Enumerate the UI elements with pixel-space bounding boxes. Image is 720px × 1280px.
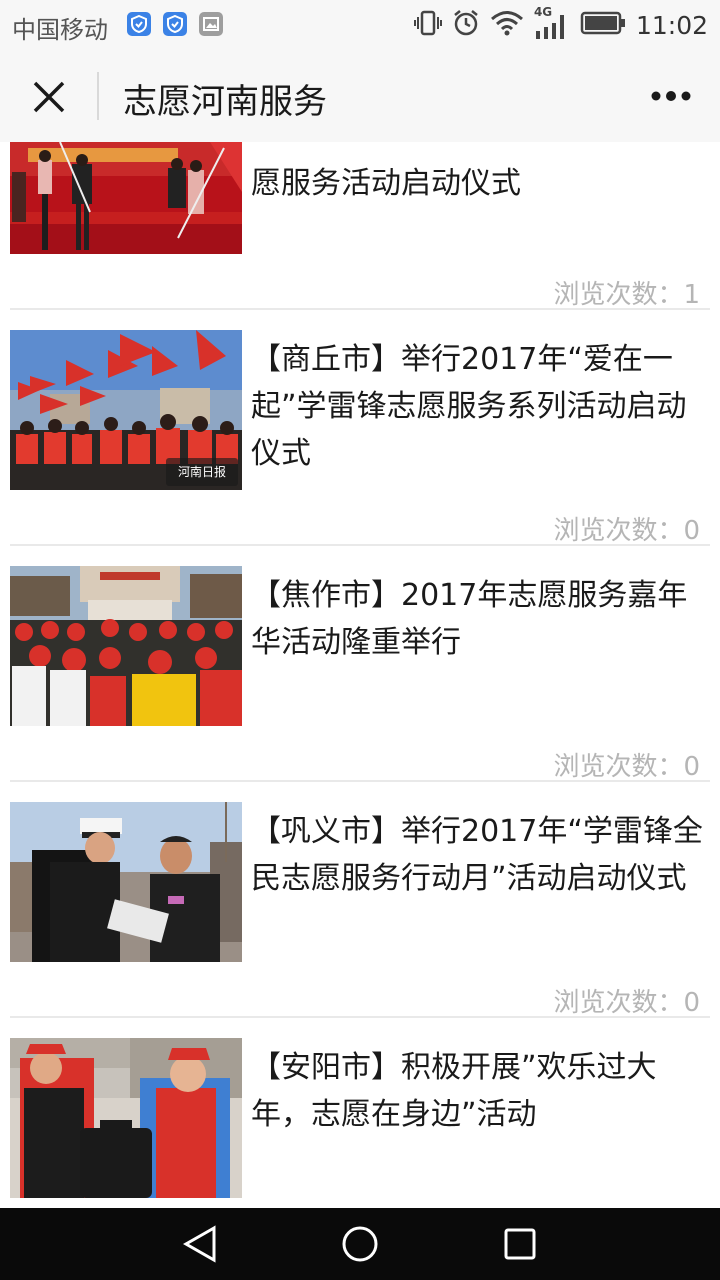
cellular-signal-icon: 4G bbox=[534, 5, 570, 41]
recents-button[interactable] bbox=[498, 1222, 542, 1266]
home-circle-icon bbox=[342, 1226, 378, 1262]
list-item[interactable]: 【巩义市】举行2017年“学雷锋全民志愿服务行动月”活动启动仪式 浏览次数：0 bbox=[0, 782, 720, 1018]
list-item[interactable]: 愿服务活动启动仪式 浏览次数：1 bbox=[0, 142, 720, 310]
alarm-icon bbox=[452, 9, 480, 41]
image-icon bbox=[199, 12, 223, 36]
article-thumbnail bbox=[10, 566, 242, 726]
status-bar: 中国移动 4G 11:02 bbox=[0, 0, 720, 50]
more-button[interactable] bbox=[644, 74, 698, 118]
close-button[interactable] bbox=[24, 72, 74, 122]
article-thumbnail: 河南日报 bbox=[10, 330, 242, 490]
vibrate-icon bbox=[413, 10, 442, 40]
article-thumbnail bbox=[10, 1038, 242, 1198]
title-bar: 志愿河南服务 bbox=[0, 50, 720, 142]
clock-time: 11:02 bbox=[635, 10, 708, 40]
shield-icon bbox=[163, 12, 187, 36]
list-item[interactable]: 【焦作市】2017年志愿服务嘉年华活动隆重举行 浏览次数：0 bbox=[0, 546, 720, 782]
title-divider bbox=[97, 72, 99, 120]
carrier-name: 中国移动 bbox=[12, 16, 108, 44]
view-count: 浏览次数：0 bbox=[553, 516, 700, 546]
back-button[interactable] bbox=[178, 1222, 222, 1266]
article-thumbnail bbox=[10, 142, 242, 254]
navigation-bar bbox=[0, 1208, 720, 1280]
article-title: 愿服务活动启动仪式 bbox=[251, 166, 521, 201]
battery-icon bbox=[580, 11, 626, 39]
wifi-icon bbox=[490, 10, 524, 40]
view-count: 浏览次数：0 bbox=[553, 752, 700, 782]
page-title: 志愿河南服务 bbox=[123, 82, 327, 122]
article-title: 【商丘市】举行2017年“爱在一起”学雷锋志愿服务系列活动启动仪式 bbox=[251, 342, 687, 471]
view-count: 浏览次数：1 bbox=[553, 280, 700, 310]
list-item[interactable]: 【安阳市】积极开展”欢乐过大年，志愿在身边”活动 bbox=[0, 1018, 720, 1208]
article-title: 【安阳市】积极开展”欢乐过大年，志愿在身边”活动 bbox=[251, 1050, 657, 1132]
recents-square-icon bbox=[504, 1228, 536, 1260]
article-title: 【焦作市】2017年志愿服务嘉年华活动隆重举行 bbox=[251, 578, 688, 660]
back-triangle-icon bbox=[182, 1225, 216, 1263]
close-icon bbox=[33, 81, 65, 113]
list-item[interactable]: 河南日报 【商丘市】举行2017年“爱在一起”学雷锋志愿服务系列活动启动仪式 浏… bbox=[0, 310, 720, 546]
watermark-label: 河南日报 bbox=[178, 464, 226, 479]
article-list: 愿服务活动启动仪式 浏览次数：1 河南日报 【商丘市】举行2017年“爱在一起”… bbox=[0, 142, 720, 1208]
home-button[interactable] bbox=[338, 1222, 382, 1266]
more-dots-icon bbox=[651, 91, 691, 101]
shield-icon bbox=[127, 12, 151, 36]
article-title: 【巩义市】举行2017年“学雷锋全民志愿服务行动月”活动启动仪式 bbox=[251, 814, 703, 896]
article-thumbnail bbox=[10, 802, 242, 962]
view-count: 浏览次数：0 bbox=[553, 988, 700, 1018]
